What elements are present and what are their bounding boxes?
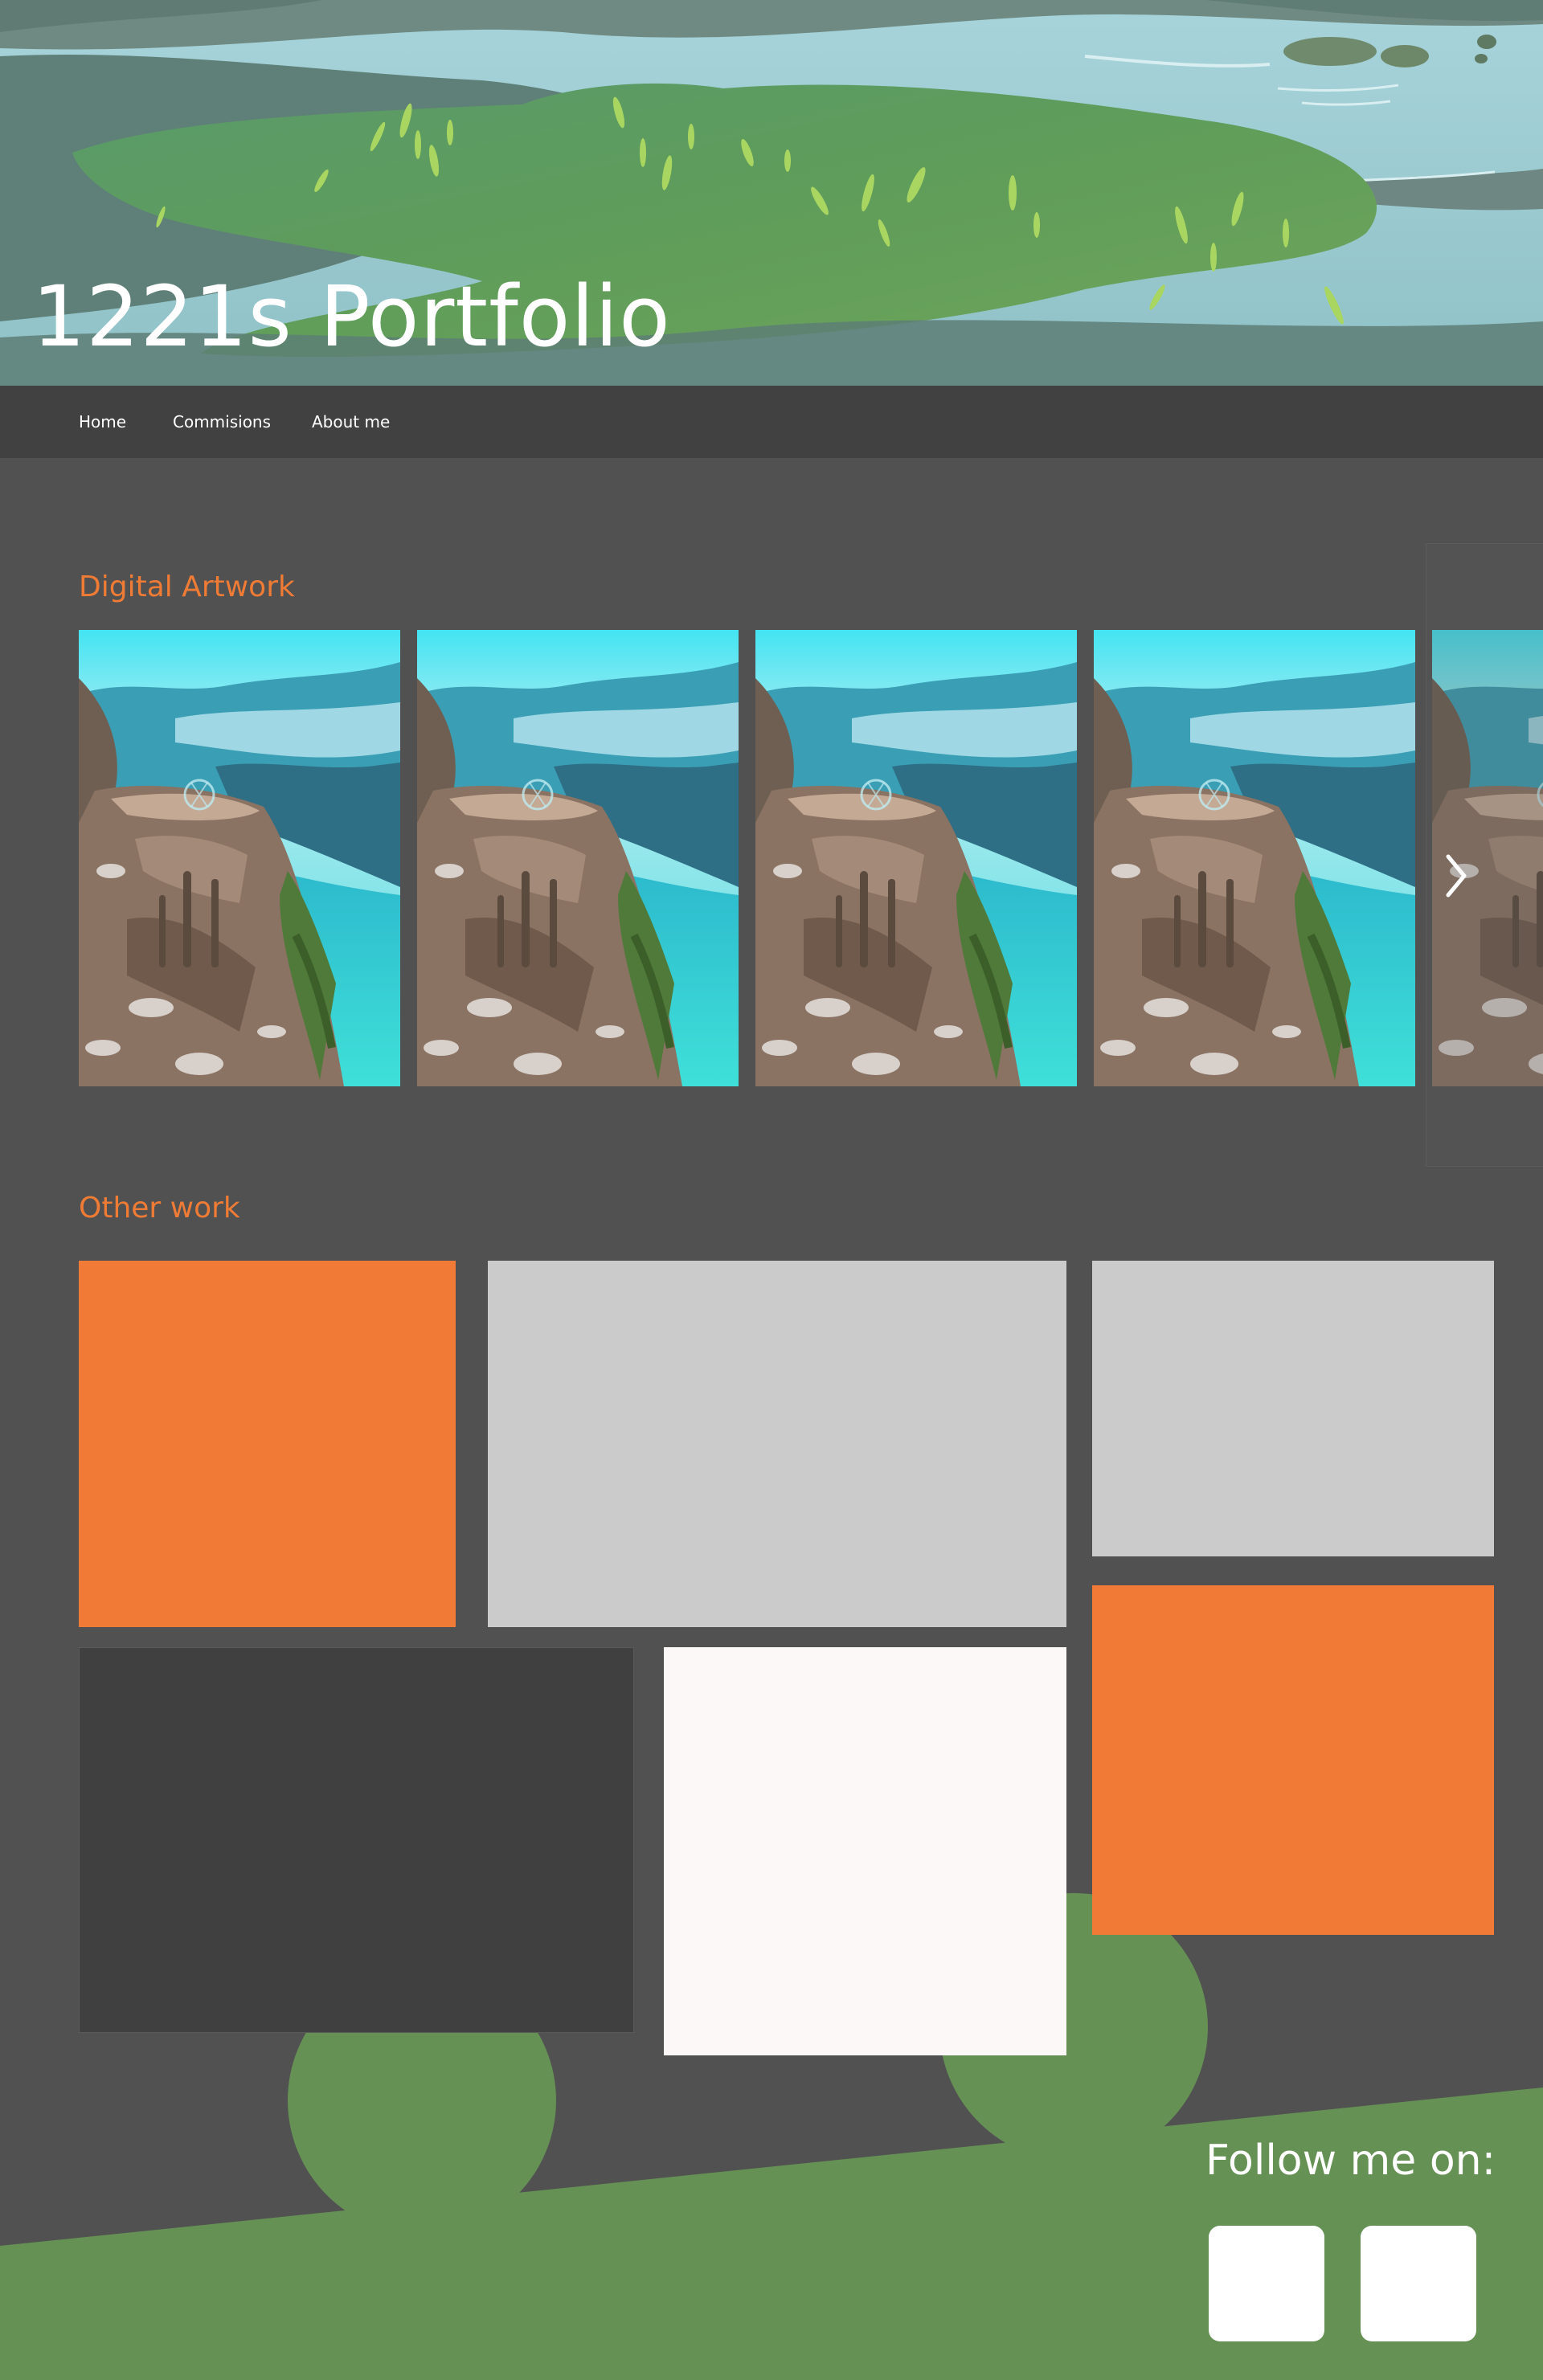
work-tile[interactable] [79, 1261, 456, 1627]
work-tile[interactable] [664, 1647, 1066, 2055]
work-tile[interactable] [488, 1261, 1066, 1627]
work-tile[interactable] [79, 1647, 634, 2033]
social-link-button[interactable] [1209, 2226, 1324, 2341]
follow-me-label: Follow me on: [1205, 2137, 1496, 2185]
social-link-button[interactable] [1361, 2226, 1476, 2341]
work-tile[interactable] [1092, 1261, 1494, 1556]
other-work-heading: Other work [79, 1192, 240, 1225]
work-tile[interactable] [1092, 1585, 1494, 1935]
